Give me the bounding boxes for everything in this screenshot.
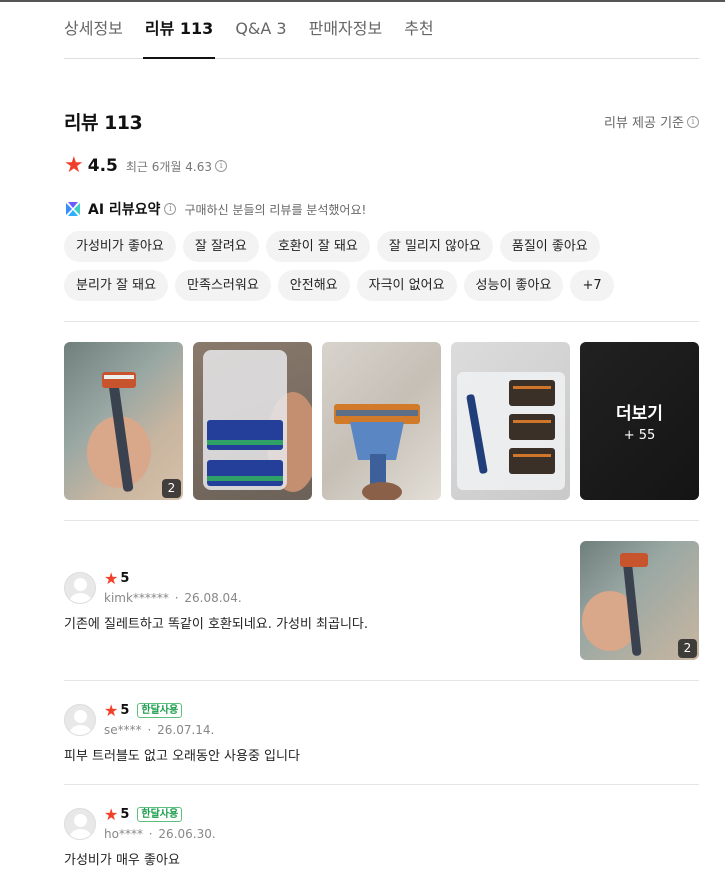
- info-icon: i: [215, 160, 228, 172]
- review-item: ★ 5 한달사용 ho**** · 26.06.30. 가성비가 매우 좋아요: [64, 804, 699, 876]
- more-photos-button[interactable]: 더보기 + 55: [580, 342, 699, 500]
- usage-period-badge: 한달사용: [137, 807, 183, 822]
- info-icon: i: [687, 115, 699, 128]
- review-score: 5: [120, 703, 130, 718]
- review-section-title: 리뷰 113: [64, 112, 143, 134]
- review-criteria-label: 리뷰 제공 기준: [603, 116, 684, 131]
- review-rating: ★ 5 한달사용: [104, 700, 183, 720]
- usage-period-badge: 한달사용: [137, 703, 183, 718]
- tab-seller-info[interactable]: 판매자정보: [309, 2, 383, 58]
- ai-summary-header: AI 리뷰요약 i 구매하신 분들의 리뷰를 분석했어요!: [64, 199, 366, 219]
- tab-detail[interactable]: 상세정보: [64, 2, 123, 58]
- star-icon: ★: [64, 153, 84, 178]
- review-criteria-link[interactable]: 리뷰 제공 기준 i: [604, 112, 699, 131]
- keyword-chip[interactable]: 호환이 잘 돼요: [265, 231, 370, 262]
- review-meta: ho**** · 26.06.30.: [104, 827, 216, 841]
- average-rating: 4.5: [87, 156, 118, 176]
- cartridges-case-image: [203, 350, 312, 492]
- keyword-chip[interactable]: 잘 잘려요: [182, 231, 259, 262]
- review-meta: kimk****** · 26.08.04.: [104, 591, 242, 605]
- reviewer-id: se****: [104, 723, 142, 737]
- review-score: 5: [120, 807, 130, 822]
- review-item: ★ 5 kimk****** · 26.08.04. 기존에 질레트하고 똑같이…: [64, 541, 699, 681]
- razor-closeup-image: [334, 404, 420, 500]
- keyword-chip[interactable]: 분리가 잘 돼요: [64, 270, 169, 301]
- review-item: ★ 5 한달사용 se**** · 26.07.14. 피부 트러블도 없고 오…: [64, 700, 699, 784]
- review-photo[interactable]: [451, 342, 570, 500]
- razor-in-hand-image: [87, 372, 151, 492]
- review-rating: ★ 5 한달사용: [104, 804, 183, 824]
- ai-logo-icon: [66, 202, 80, 216]
- review-rating: ★ 5: [104, 568, 130, 588]
- review-text: 기존에 질레트하고 똑같이 호환되네요. 가성비 최곱니다.: [64, 617, 369, 632]
- reviewer-id: ho****: [104, 827, 143, 841]
- review-score: 5: [120, 571, 130, 586]
- more-keywords-chip[interactable]: +7: [570, 270, 614, 301]
- more-photos-label: 더보기: [616, 404, 663, 424]
- divider: [64, 784, 699, 785]
- chip-row-1: 가성비가 좋아요 잘 잘려요 호환이 잘 돼요 잘 밀리지 않아요 품질이 좋아…: [64, 231, 704, 262]
- avatar: [64, 808, 96, 840]
- review-text: 피부 트러블도 없고 오래동안 사용중 입니다: [64, 749, 300, 764]
- more-photos-count: + 55: [623, 428, 656, 443]
- tab-reviews[interactable]: 리뷰 113: [142, 2, 216, 59]
- avatar: [64, 704, 96, 736]
- ai-summary-title: AI 리뷰요약: [88, 202, 161, 218]
- review-photo-thumbnail[interactable]: 2: [580, 541, 699, 660]
- keyword-chip[interactable]: 잘 밀리지 않아요: [376, 231, 493, 262]
- review-meta: se**** · 26.07.14.: [104, 723, 215, 737]
- keyword-chip[interactable]: 가성비가 좋아요: [64, 231, 176, 262]
- razor-set-package-image: [457, 372, 565, 490]
- review-date: 26.07.14.: [157, 723, 215, 737]
- more-photos-overlay: 더보기 + 55: [580, 342, 699, 500]
- ai-summary-description: 구매하신 분들의 리뷰를 분석했어요!: [184, 202, 367, 217]
- chip-row-2: 분리가 잘 돼요 만족스러워요 안전해요 자극이 없어요 성능이 좋아요 +7: [64, 270, 704, 301]
- product-tabs: 상세정보 리뷰 113 Q&A 3 판매자정보 추천: [64, 2, 699, 59]
- recent-rating[interactable]: 최근 6개월 4.63 i: [125, 158, 228, 175]
- keyword-chips: 가성비가 좋아요 잘 잘려요 호환이 잘 돼요 잘 밀리지 않아요 품질이 좋아…: [64, 231, 704, 309]
- star-icon: ★: [104, 700, 119, 720]
- info-icon[interactable]: i: [164, 203, 177, 215]
- tab-recommend[interactable]: 추천: [404, 2, 433, 58]
- divider: [64, 680, 699, 681]
- recent-rating-text: 최근 6개월 4.63: [125, 159, 213, 174]
- review-date: 26.08.04.: [184, 591, 242, 605]
- keyword-chip[interactable]: 성능이 좋아요: [463, 270, 564, 301]
- review-photo-strip: 2 더보기 + 55: [64, 342, 699, 500]
- review-photo[interactable]: 2: [64, 342, 183, 500]
- review-photo[interactable]: [322, 342, 441, 500]
- review-photo[interactable]: [193, 342, 312, 500]
- divider: [64, 520, 699, 521]
- divider: [64, 321, 699, 322]
- review-text: 가성비가 매우 좋아요: [64, 853, 180, 868]
- star-icon: ★: [104, 804, 119, 824]
- photo-count-badge: 2: [162, 479, 181, 498]
- keyword-chip[interactable]: 만족스러워요: [175, 270, 271, 301]
- reviewer-id: kimk******: [104, 591, 169, 605]
- avatar: [64, 572, 96, 604]
- keyword-chip[interactable]: 품질이 좋아요: [499, 231, 600, 262]
- keyword-chip[interactable]: 자극이 없어요: [356, 270, 457, 301]
- tab-qna[interactable]: Q&A 3: [235, 2, 286, 58]
- keyword-chip[interactable]: 안전해요: [277, 270, 350, 301]
- rating-summary: ★ 4.5 최근 6개월 4.63 i: [64, 153, 228, 178]
- photo-count-badge: 2: [678, 639, 697, 658]
- review-date: 26.06.30.: [158, 827, 216, 841]
- star-icon: ★: [104, 568, 119, 588]
